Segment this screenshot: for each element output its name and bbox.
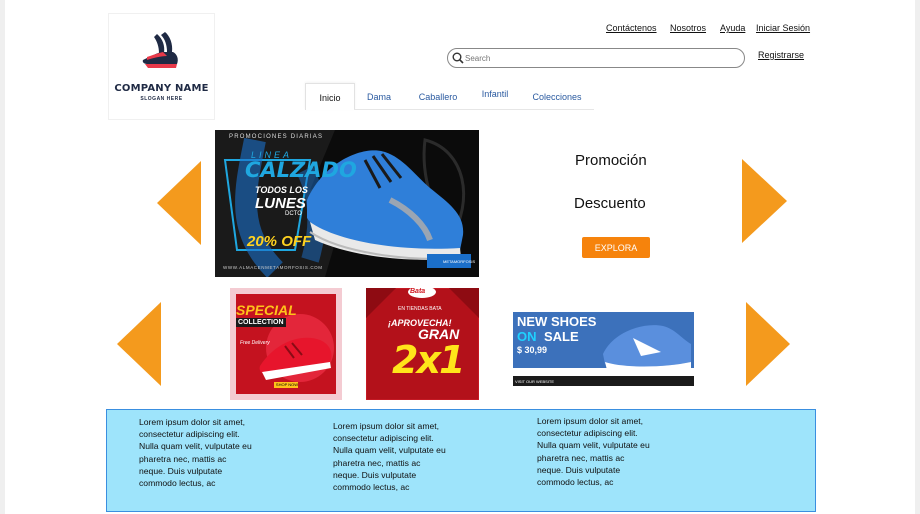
search-icon[interactable]: [452, 52, 464, 64]
banner-top-text: PROMOCIONES DIARIAS: [229, 134, 324, 140]
footer-panel: Lorem ipsum dolor sit amet, consectetur …: [106, 409, 816, 512]
nav-tabs: Inicio Dama Caballero Infantil Coleccion…: [305, 83, 595, 110]
special-collection-card[interactable]: SPECIAL COLLECTION Free Delivery SHOP NO…: [230, 288, 342, 400]
carousel2-next-arrow[interactable]: [746, 302, 790, 386]
banner-lunes: LUNES: [255, 195, 306, 212]
special-line2: COLLECTION: [236, 318, 286, 327]
footer-text-col1: Lorem ipsum dolor sit amet, consectetur …: [139, 417, 252, 489]
hero-banner-image[interactable]: PROMOCIONES DIARIAS LINEA CALZADO TODOS …: [215, 130, 479, 277]
carousel-prev-arrow[interactable]: [157, 161, 201, 245]
bata-2x1-card[interactable]: Bata EN TIENDAS BATA ¡APROVECHA! GRAN 2x…: [366, 288, 479, 400]
footer-text-col2: Lorem ipsum dolor sit amet, consectetur …: [333, 421, 446, 493]
carousel2-prev-arrow[interactable]: [117, 302, 161, 386]
banner-calzado: CALZADO: [245, 158, 357, 182]
footer-text-col3: Lorem ipsum dolor sit amet, consectetur …: [537, 416, 650, 488]
link-ayuda[interactable]: Ayuda: [720, 23, 745, 33]
search-input[interactable]: [465, 52, 735, 64]
special-line1: SPECIAL: [236, 302, 297, 318]
carousel-next-arrow[interactable]: [742, 159, 787, 243]
link-registrarse[interactable]: Registrarse: [758, 50, 804, 60]
special-shop-button: SHOP NOW: [275, 382, 299, 387]
bata-brand: Bata: [410, 288, 426, 295]
promo-title: Promoción: [575, 152, 647, 169]
special-script: Free Delivery: [240, 340, 270, 346]
tabs-divider: [354, 109, 594, 110]
tab-infantil[interactable]: Infantil: [475, 80, 515, 106]
link-iniciar-sesion[interactable]: Iniciar Sesión: [756, 23, 810, 33]
company-slogan: SLOGAN HERE: [140, 96, 183, 102]
banner-dcto: DCTO: [285, 211, 302, 217]
newshoes-footer: VISIT OUR WEBSITE: [515, 379, 555, 384]
link-nosotros[interactable]: Nosotros: [670, 23, 706, 33]
bata-line4: 2x1: [392, 338, 465, 382]
newshoes-price: $ 30,99: [517, 345, 548, 355]
tab-caballero[interactable]: Caballero: [417, 83, 459, 109]
new-shoes-sale-card[interactable]: NEW SHOES ON SALE $ 30,99 VISIT OUR WEBS…: [513, 312, 694, 386]
newshoes-line1: NEW SHOES: [517, 314, 597, 329]
newshoes-on: ON: [517, 329, 537, 344]
link-contactenos[interactable]: Contáctenos: [606, 23, 657, 33]
explora-button[interactable]: EXPLORA: [582, 237, 650, 258]
tab-colecciones[interactable]: Colecciones: [527, 83, 587, 109]
search-bar[interactable]: [447, 48, 745, 68]
company-logo[interactable]: COMPANY NAME SLOGAN HERE: [108, 13, 215, 120]
newshoes-sale: SALE: [544, 329, 579, 344]
promo-subtitle: Descuento: [574, 195, 646, 212]
tab-dama[interactable]: Dama: [359, 83, 399, 109]
tab-inicio[interactable]: Inicio: [305, 83, 355, 110]
company-name: COMPANY NAME: [114, 83, 209, 94]
banner-url: WWW.ALMACENMETAMORFOSIS.COM: [223, 265, 323, 270]
banner-percent: 20% OFF: [247, 233, 312, 250]
bata-line1: EN TIENDAS BATA: [398, 306, 442, 312]
shoe-icon: [142, 32, 178, 68]
banner-todos: TODOS LOS: [255, 185, 308, 195]
banner-brand: METAMORFOSIS: [443, 259, 476, 264]
